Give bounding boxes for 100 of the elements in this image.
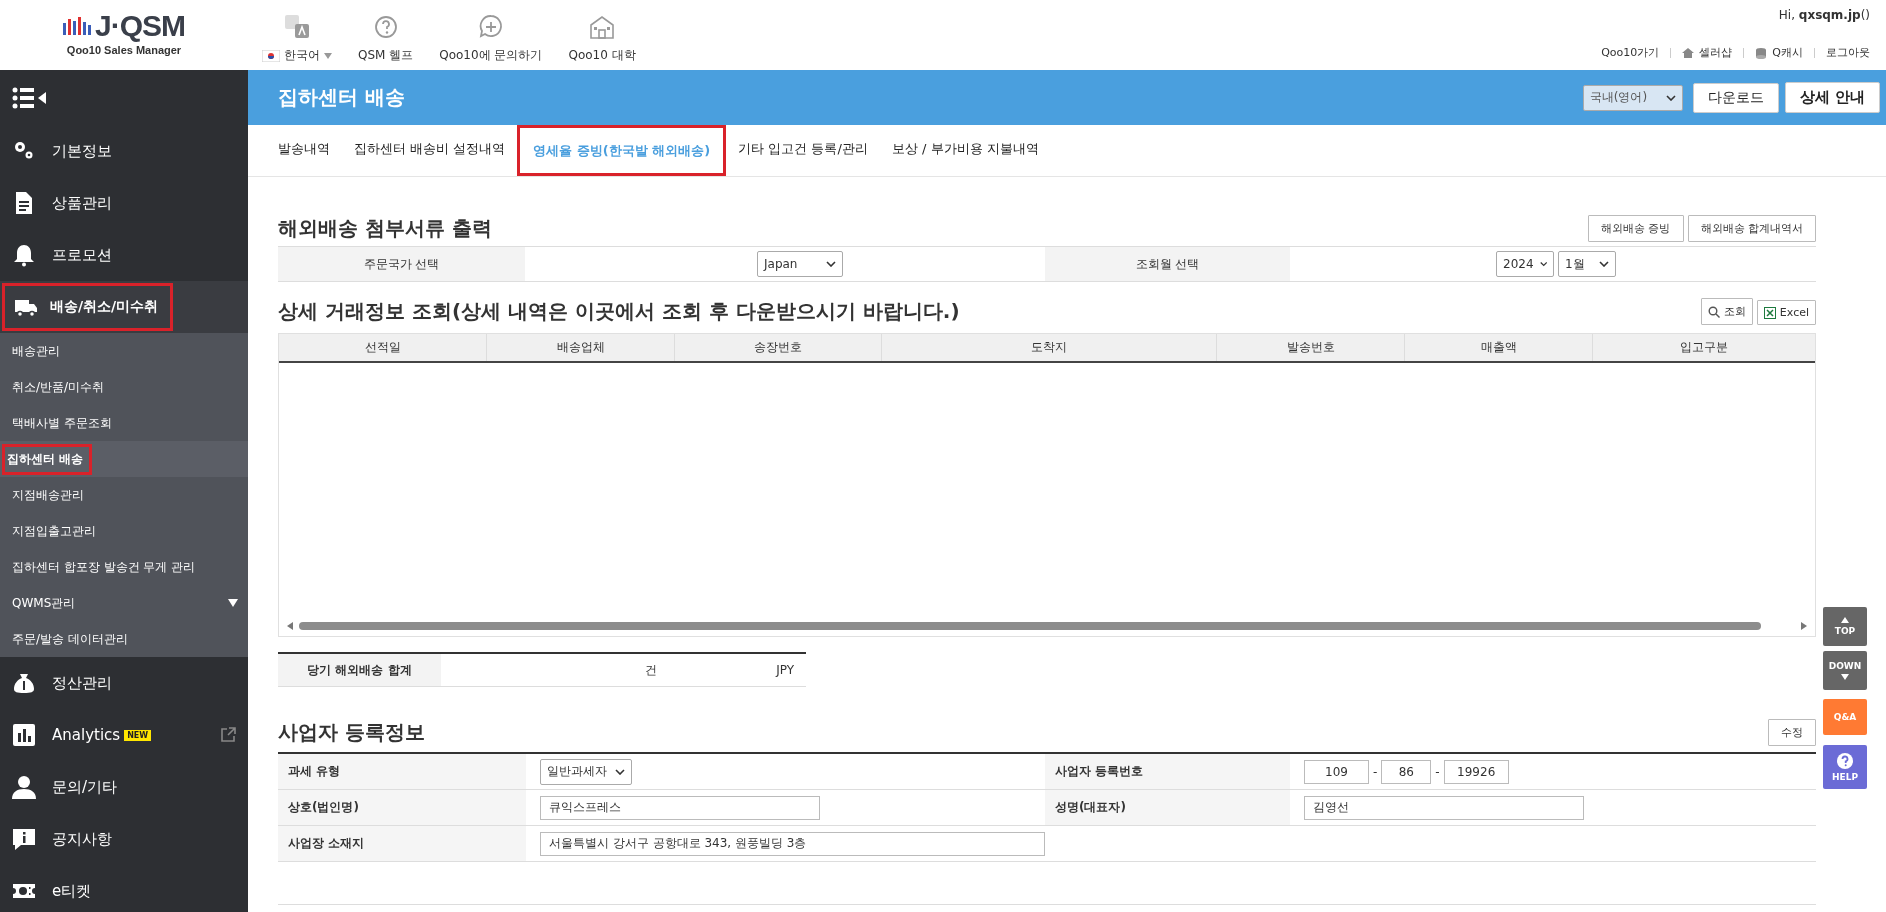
guide-button[interactable]: 상세 안내 [1784,82,1880,113]
help-button[interactable]: HELP [1823,745,1867,789]
column-header: 배송업체 [487,334,675,361]
tab[interactable]: 집하센터 배송비 설정내역 [342,125,518,176]
scroll-left-icon [287,622,293,630]
download-button[interactable]: 다운로드 [1692,82,1779,113]
submenu-item[interactable]: 집하센터 배송 [2,443,93,475]
home-icon [1682,46,1695,59]
header-link[interactable]: Q캐시 [1772,45,1803,60]
submenu-item[interactable]: QWMS관리 [0,587,86,619]
chevron-down-icon [615,768,625,775]
sidebar-item[interactable]: 상품관리 [0,179,248,227]
greeting-text: Hi, qxsqm.jp() [1778,8,1870,22]
submenu-item[interactable]: 배송관리 [0,335,70,367]
search-icon [1707,305,1720,318]
nav-link[interactable]: QSM 헬프 [358,47,414,64]
school-icon [588,13,617,41]
chevron-down-icon [1539,261,1547,267]
section-title: 상세 거래정보 조회(상세 내역은 이곳에서 조회 후 다운받으시기 바랍니다.) [278,298,960,325]
dash-text: - [1373,764,1378,779]
field-label: 주문국가 선택 [278,247,525,281]
logo-text[interactable]: J·QSM [95,10,185,42]
column-header: 매출액 [1405,334,1593,361]
menu-icon [12,86,46,109]
field-label: 사업자 등록번호 [1045,754,1290,789]
section-title: 사업자 등록정보 [278,719,425,746]
header-link[interactable]: 로그아웃 [1826,45,1870,60]
notice-icon [12,827,36,851]
scroll-right-icon [1801,622,1807,630]
document-button[interactable]: 해외배송 합계내역서 [1687,215,1816,242]
field-label: 사업장 소재지 [278,826,526,861]
nav-link[interactable]: Qoo10에 문의하기 [439,47,543,64]
submenu-item[interactable]: 지점배송관리 [0,479,94,511]
down-button[interactable]: DOWN [1823,651,1867,690]
dash-text: - [1435,764,1440,779]
column-header: 발송번호 [1217,334,1405,361]
input-field[interactable]: 19926 [1443,759,1509,784]
summary-label: 당기 해외배송 합계 [278,654,441,686]
field-label: 조회월 선택 [1045,247,1290,281]
dropdown[interactable]: Japan [757,251,843,277]
bar-chart-icon [12,723,36,747]
down-arrow-icon [1841,674,1849,680]
nav-link[interactable]: Qoo10 대학 [568,47,636,64]
edit-button[interactable]: 수정 [1768,719,1816,746]
tab[interactable]: 보상 / 부가비용 지불내역 [879,125,1051,176]
spreadsheet-icon [1763,306,1776,319]
tab[interactable]: 발송내역 [278,125,342,176]
logo-subtitle: Qoo10 Sales Manager [66,44,182,56]
up-arrow-icon [1841,617,1849,623]
money-bag-icon [12,671,36,695]
count-unit: 건 [644,661,658,679]
coins-icon [1755,46,1768,59]
scrollbar-thumb[interactable] [299,622,1761,630]
region-select[interactable]: 국내(영어) [1582,84,1683,111]
chevron-down-icon [826,261,836,267]
caret-icon [324,52,332,59]
submenu-item[interactable]: 주문/발송 데이터관리 [0,623,138,655]
chevron-down-icon [1599,261,1609,267]
sidebar-item[interactable]: 기본정보 [0,127,248,175]
input-field[interactable]: 김영선 [1304,795,1584,820]
chevron-down-icon [1665,94,1676,101]
excel-button[interactable]: Excel [1756,300,1816,325]
input-field[interactable]: 서울특별시 강서구 공항대로 343, 원풍빌딩 3층 [540,831,1045,856]
column-header: 도착지 [882,334,1217,361]
sidebar-item[interactable]: 프로모션 [0,231,248,279]
header-link[interactable]: Qoo10가기 [1601,45,1660,60]
input-field[interactable]: 86 [1381,759,1432,784]
section-title: 해외배송 첨부서류 출력 [278,215,492,242]
top-button[interactable]: TOP [1823,607,1867,646]
column-header: 입고구분 [1679,339,1729,356]
language-selector[interactable]: 한국어 [284,47,320,64]
sidebar-item[interactable]: 문의/기타 [0,763,248,811]
tab[interactable]: 기타 입고건 등록/관리 [726,125,880,176]
sidebar-item[interactable]: 배송/취소/미수취 [2,283,174,331]
header-link[interactable]: 셀러샵 [1699,45,1733,60]
column-header: 선적일 [279,334,487,361]
new-badge: NEW [124,729,152,741]
dropdown[interactable]: 2024 [1496,251,1554,277]
submenu-item[interactable]: 택배사별 주문조회 [0,407,122,439]
field-label: 과세 유형 [278,754,526,789]
document-button[interactable]: 해외배송 증빙 [1588,215,1684,242]
sidebar-item[interactable]: 공지사항 [0,815,248,863]
input-field[interactable]: 109 [1304,759,1369,784]
translate-icon [283,13,311,41]
person-icon [12,775,36,799]
sidebar-item[interactable]: Analytics NEW [0,711,248,759]
bell-icon [12,243,36,267]
search-button[interactable]: 조회 [1700,298,1753,325]
sidebar-item[interactable]: e티켓 [0,867,248,912]
submenu-item[interactable]: 집하센터 합포장 발송건 무게 관리 [0,551,206,583]
input-field[interactable]: 큐익스프레스 [540,795,820,820]
dropdown[interactable]: 1월 [1558,251,1616,277]
sidebar-item[interactable]: 정산관리 [0,659,248,707]
dropdown[interactable]: 일반과세자 [540,758,632,785]
logo-bars-icon [63,17,91,35]
submenu-item[interactable]: 지점입출고관리 [0,515,106,547]
currency-text: JPY [774,662,795,679]
column-header: 송장번호 [675,334,882,361]
submenu-item[interactable]: 취소/반품/미수취 [0,371,115,403]
question-icon [1837,752,1853,769]
